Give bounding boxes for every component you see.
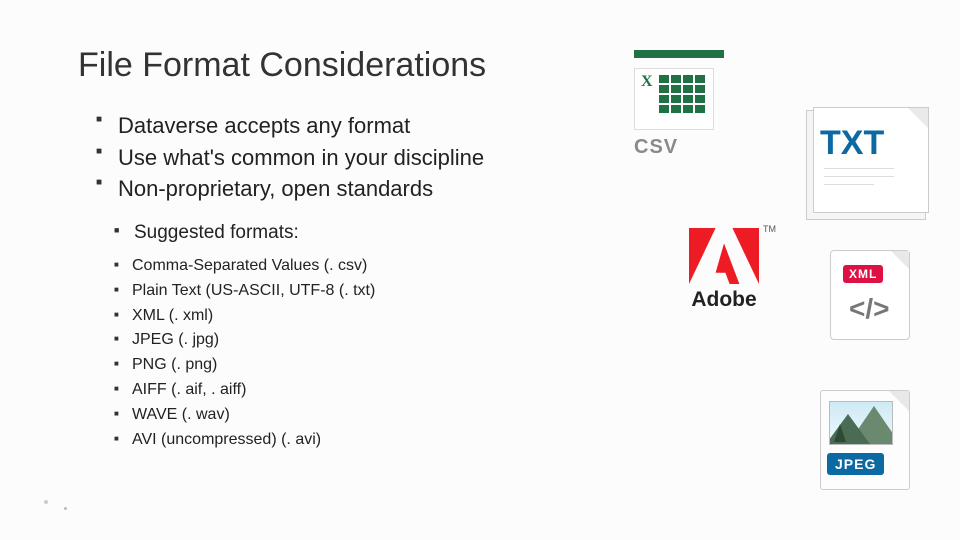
slide: File Format Considerations Dataverse acc… bbox=[0, 0, 960, 540]
xml-badge: XML bbox=[843, 265, 883, 283]
csv-label: CSV bbox=[634, 136, 744, 159]
txt-icon: TXT bbox=[806, 110, 936, 220]
adobe-label: Adobe bbox=[664, 288, 784, 312]
decorative-dot bbox=[44, 500, 48, 504]
csv-icon: X CSV bbox=[634, 50, 744, 159]
trademark-label: TM bbox=[763, 224, 776, 234]
adobe-icon: TM Adobe bbox=[664, 228, 784, 312]
txt-label: TXT bbox=[820, 124, 884, 163]
jpeg-icon: JPEG bbox=[820, 390, 930, 490]
icon-column: X CSV TXT TM bbox=[616, 40, 936, 500]
code-brackets-icon: </> bbox=[849, 293, 889, 325]
jpeg-badge: JPEG bbox=[827, 453, 884, 475]
xml-icon: XML </> bbox=[830, 250, 930, 340]
mountain-photo-icon bbox=[829, 401, 893, 445]
decorative-dot bbox=[64, 507, 67, 510]
